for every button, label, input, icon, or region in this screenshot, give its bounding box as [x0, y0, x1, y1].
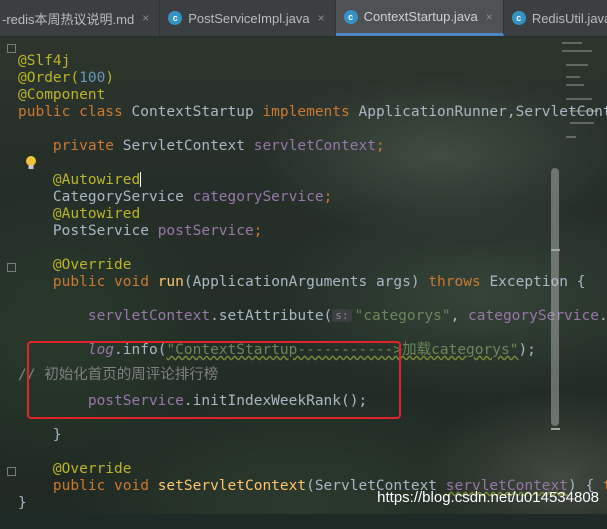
code-editor[interactable]: @Slf4j @Order(100) @Component public class …	[18, 36, 607, 529]
fold-icon[interactable]	[7, 44, 16, 53]
code-line: CategoryService categoryService;	[52, 189, 333, 205]
highlight-box	[27, 341, 401, 419]
fold-icon[interactable]	[7, 263, 16, 272]
code-line: @Autowired	[52, 172, 142, 188]
fold-icon[interactable]	[7, 467, 16, 476]
code-line: public class ContextStartup implements A…	[18, 104, 607, 120]
code-line: PostService postService;	[52, 223, 263, 239]
scroll-marker[interactable]	[551, 428, 560, 430]
code-line: servletContext.setAttribute(s: "categorys…	[87, 308, 607, 324]
tab-contextstartup[interactable]: c ContextStartup.java ×	[335, 0, 504, 36]
tab-redisutil[interactable]: c RedisUtil.java	[504, 0, 607, 36]
code-line: @Override	[52, 257, 132, 273]
vertical-scrollbar[interactable]	[551, 168, 559, 426]
tab-label: ContextStartup.java	[363, 9, 478, 24]
close-icon[interactable]: ×	[142, 11, 149, 25]
tab-label: PostServiceImpl.java	[188, 10, 310, 26]
tab-label: -redis本周热议说明.md	[2, 11, 135, 27]
parameter-hint: s:	[332, 309, 352, 322]
code-line: @Override	[52, 461, 132, 477]
minimap[interactable]	[560, 36, 600, 146]
code-line: @Component	[18, 87, 106, 103]
tab-postserviceimpl[interactable]: c PostServiceImpl.java ×	[160, 0, 336, 36]
code-line: @Slf4j	[18, 53, 71, 69]
class-icon: c	[511, 11, 526, 25]
code-line: }	[52, 427, 62, 443]
editor-tab-bar: -redis本周热议说明.md × c PostServiceImpl.java…	[0, 0, 607, 37]
text-cursor	[140, 172, 142, 187]
tab-label: RedisUtil.java	[531, 10, 607, 26]
class-icon: c	[343, 9, 358, 24]
scroll-marker[interactable]	[551, 249, 560, 251]
code-line: private ServletContext servletContext;	[52, 138, 385, 154]
code-line: public void run(ApplicationArguments arg…	[52, 274, 586, 290]
close-icon[interactable]: ×	[318, 11, 325, 25]
watermark: https://blog.csdn.net/u014534808	[377, 489, 599, 506]
code-line: @Order(100)	[18, 70, 115, 86]
tab-redis-md[interactable]: -redis本周热议说明.md ×	[0, 0, 161, 36]
code-line: @Autowired	[52, 206, 141, 222]
close-icon[interactable]: ×	[486, 10, 493, 24]
lightbulb-icon[interactable]	[25, 155, 37, 175]
class-icon: c	[168, 11, 183, 25]
